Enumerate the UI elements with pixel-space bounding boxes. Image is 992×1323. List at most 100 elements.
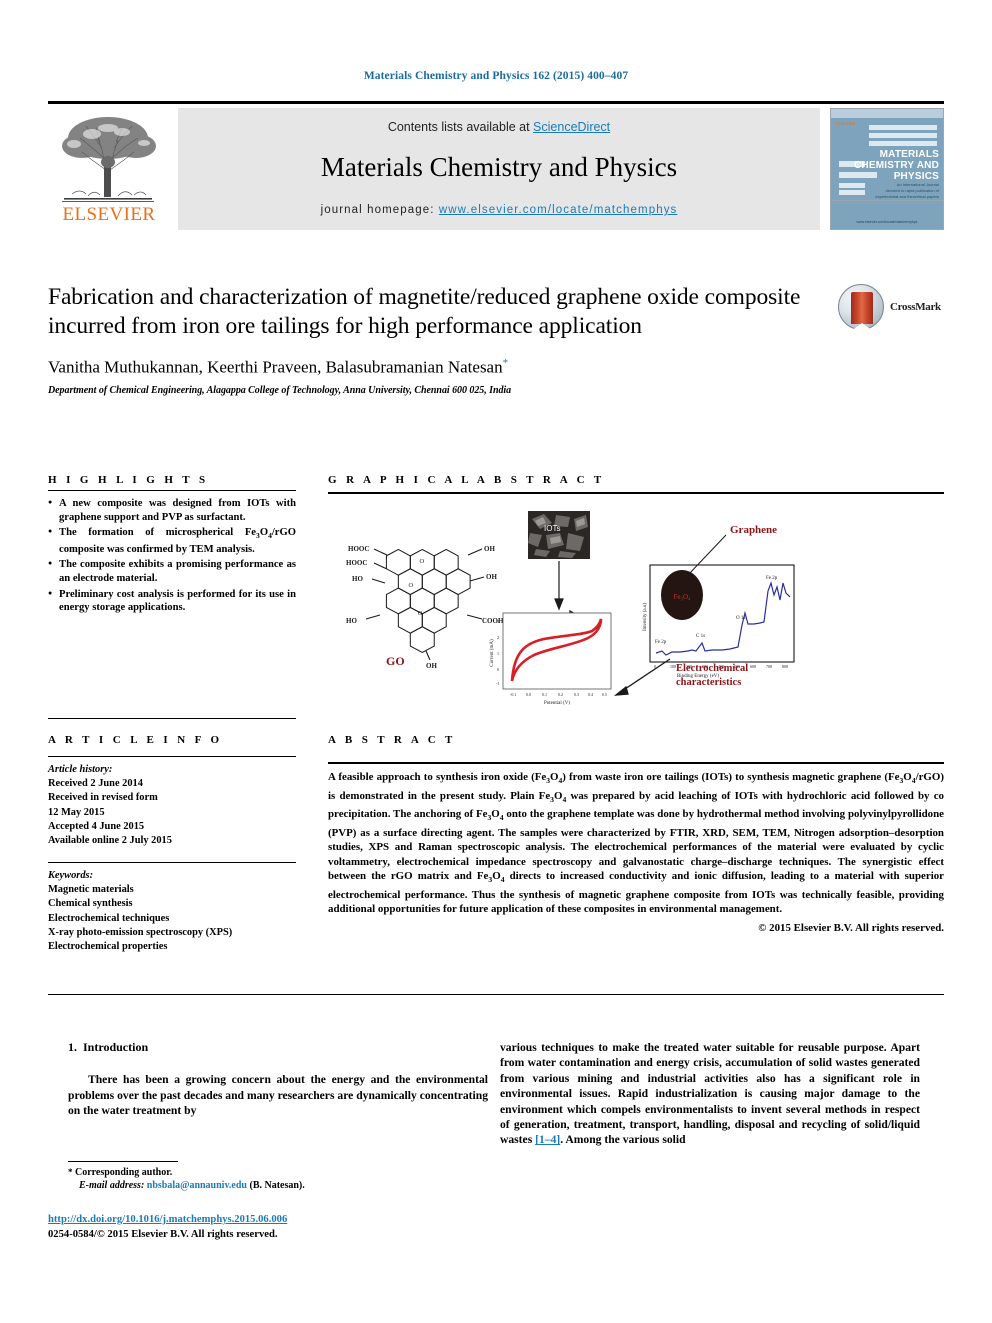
keywords-label: Keywords: <box>48 870 94 881</box>
body-column-left: 1. Introduction There has been a growing… <box>68 1040 488 1119</box>
go-label-hooc: HOOC <box>348 545 369 553</box>
cover-footer-bar <box>831 200 943 229</box>
go-label-cooh: COOH <box>482 617 504 625</box>
cover-band <box>839 190 865 195</box>
corresponding-author-marker: * <box>502 357 509 369</box>
citation-link[interactable]: [1–4] <box>535 1133 560 1146</box>
graphical-abstract-figure: O O O HOOC HOOC HO HO OH OH COOH OH GO I… <box>330 505 944 710</box>
paragraph-part-a: various techniques to make the treated w… <box>500 1041 920 1147</box>
svg-text:0.5: 0.5 <box>602 692 607 697</box>
email-owner: (B. Natesan). <box>249 1180 305 1192</box>
elsevier-logo: ELSEVIER <box>48 108 170 230</box>
cover-title-line1: MATERIALS <box>879 149 939 160</box>
cv-curve-panel: -0.1 0.0 0.1 0.2 0.3 0.4 0.5 3 2 1 0 -1 … <box>490 612 612 706</box>
journal-title: Materials Chemistry and Physics <box>320 152 678 182</box>
history-item: Received in revised form <box>48 792 158 804</box>
cover-band <box>839 183 865 188</box>
cover-subtitle-1: An International Journal <box>896 182 939 187</box>
graphical-abstract-svg: O O O HOOC HOOC HO HO OH OH COOH OH GO I… <box>346 511 795 706</box>
keywords-rule <box>48 862 296 863</box>
epoxide-o-label: O <box>420 558 425 565</box>
issn-copyright-line: 0254-0584/© 2015 Elsevier B.V. All right… <box>48 1228 278 1240</box>
masthead-top-rule <box>48 101 944 104</box>
section-heading-introduction: 1. Introduction <box>68 1040 488 1055</box>
corresponding-star: * <box>68 1167 73 1177</box>
history-item: Received 2 June 2014 <box>48 778 143 790</box>
xps-peak-fe2p: Fe 2p <box>655 640 667 645</box>
journal-cover-thumbnail[interactable]: ELSEVIER MATERIALS CHEMISTRY AND PHYSICS… <box>830 108 944 230</box>
svg-text:0.2: 0.2 <box>558 692 563 697</box>
corresponding-author-note: * Corresponding author. <box>68 1166 488 1179</box>
journal-masthead: ELSEVIER Contents lists available at Sci… <box>48 108 944 230</box>
go-structure-diagram: O O O <box>365 548 485 661</box>
svg-text:0.0: 0.0 <box>526 692 531 697</box>
svg-text:0.4: 0.4 <box>588 692 593 697</box>
paper-page: Materials Chemistry and Physics 162 (201… <box>0 0 992 1323</box>
highlights-bottom-rule <box>48 718 296 719</box>
article-history: Article history: Received 2 June 2014 Re… <box>48 763 296 848</box>
highlights-rule <box>48 490 296 491</box>
email-link[interactable]: nbsbala@annauniv.edu <box>147 1180 247 1191</box>
list-item: A new composite was designed from IOTs w… <box>48 496 296 524</box>
elsevier-wordmark: ELSEVIER <box>62 204 156 225</box>
cover-subtitle-3: experimental and theoretical papers <box>875 194 939 199</box>
body-column-right: various techniques to make the treated w… <box>500 1040 920 1148</box>
list-item: Preliminary cost analysis is performed f… <box>48 587 296 615</box>
electrochemical-label-line1: Electrochemical <box>676 663 748 674</box>
sciencedirect-link[interactable]: ScienceDirect <box>533 120 610 134</box>
highlights-list: A new composite was designed from IOTs w… <box>48 496 296 617</box>
iots-micrograph: IOTs <box>528 511 590 559</box>
vertical-arrow-icon <box>554 561 564 611</box>
article-info-heading: A R T I C L E I N F O <box>48 734 223 746</box>
go-label-oh: OH <box>486 573 497 581</box>
keyword-item: Electrochemical properties <box>48 941 168 953</box>
elsevier-tree-icon <box>62 117 156 202</box>
journal-homepage-link[interactable]: www.elsevier.com/locate/matchemphys <box>439 204 678 216</box>
contents-available-line: Contents lists available at ScienceDirec… <box>178 120 820 134</box>
crossmark-circle-icon <box>838 284 884 331</box>
paragraph: various techniques to make the treated w… <box>500 1040 920 1148</box>
list-item: The formation of microspherical Fe3O4/rG… <box>48 525 296 556</box>
xps-peak-o1s: O 1s <box>736 616 745 621</box>
cv-xaxis-label: Potential (V) <box>544 701 570 706</box>
doi-link[interactable]: http://dx.doi.org/10.1016/j.matchemphys.… <box>48 1214 287 1225</box>
cv-yaxis-label: Current (mA) <box>490 639 495 667</box>
cover-footer-text: www.elsevier.com/locate/matchemphys <box>856 220 918 224</box>
footnote-rule <box>68 1161 178 1162</box>
history-item: 12 May 2015 <box>48 806 105 818</box>
running-head: Materials Chemistry and Physics 162 (201… <box>363 70 629 82</box>
graphical-abstract-rule <box>328 492 944 494</box>
diagonal-arrow-icon <box>613 658 671 696</box>
fe3o4-blob-label: Fe₃O₄ <box>674 593 691 601</box>
abstract-text: A feasible approach to synthesis iron ox… <box>328 771 944 935</box>
go-label-ho: HO <box>346 617 357 625</box>
graphical-abstract-heading: G R A P H I C A L A B S T R A C T <box>328 474 605 486</box>
body-separator-rule <box>48 994 944 995</box>
footnote-block: * Corresponding author. E-mail address: … <box>68 1166 488 1193</box>
paragraph-part-b: . Among the various solid <box>560 1133 686 1147</box>
cover-title-line2: CHEMISTRY AND <box>853 160 939 171</box>
svg-text:2: 2 <box>497 635 499 640</box>
crossmark-badge[interactable]: CrossMark <box>838 284 941 334</box>
author-names: Vanitha Muthukannan, Keerthi Praveen, Ba… <box>48 357 503 377</box>
svg-text:700: 700 <box>766 664 772 669</box>
homepage-prefix: journal homepage: <box>320 204 439 216</box>
keyword-item: X-ray photo-emission spectroscopy (XPS) <box>48 926 233 938</box>
crossmark-book-icon <box>851 292 873 331</box>
svg-text:600: 600 <box>750 664 756 669</box>
electrochemical-label-line2: characteristics <box>676 677 741 688</box>
go-label-oh: OH <box>484 545 495 553</box>
email-label: E-mail address: <box>79 1180 145 1192</box>
cover-band <box>869 125 937 130</box>
epoxide-o-label: O <box>418 610 423 617</box>
svg-text:-0.1: -0.1 <box>510 692 516 697</box>
epoxide-o-label: O <box>408 582 413 589</box>
svg-text:0.1: 0.1 <box>542 692 547 697</box>
go-label-ho: HO <box>352 575 363 583</box>
keyword-item: Electrochemical techniques <box>48 912 170 924</box>
corresponding-author-text: Corresponding author. <box>75 1167 173 1178</box>
article-info-rule <box>48 756 296 757</box>
svg-text:800: 800 <box>782 664 788 669</box>
journal-homepage-line: journal homepage: www.elsevier.com/locat… <box>178 204 820 216</box>
keyword-item: Chemical synthesis <box>48 898 133 910</box>
